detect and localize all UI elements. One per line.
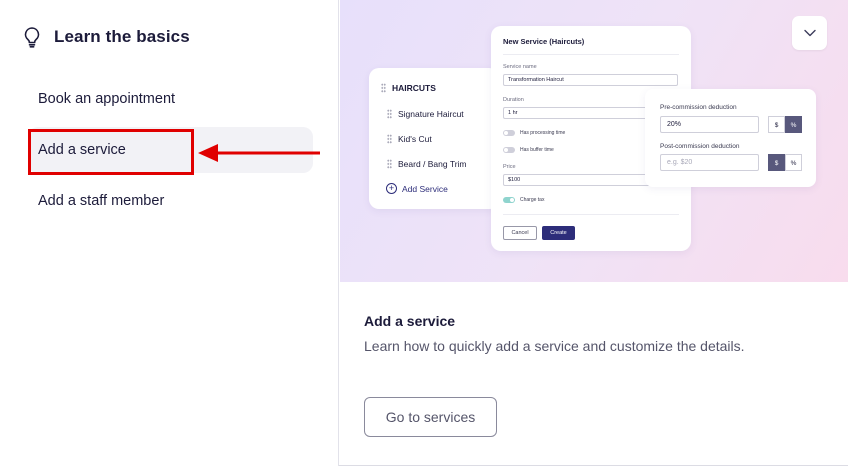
mock-processing-label: Has processing time — [520, 130, 566, 136]
collapse-button[interactable] — [792, 16, 827, 50]
mock-dollar-option: $ — [768, 116, 785, 133]
mock-dollar-option: $ — [768, 154, 785, 171]
mock-create-button: Create — [542, 226, 575, 240]
mock-list-heading: HAIRCUTS — [381, 83, 436, 93]
mock-pre-commission-field: 20% — [660, 116, 759, 133]
mock-add-service-label: Add Service — [402, 183, 448, 194]
sidebar-header: Learn the basics — [22, 26, 190, 48]
mock-form-title: New Service (Haircuts) — [503, 37, 585, 46]
mock-form-divider — [503, 214, 679, 215]
grip-icon — [387, 134, 392, 144]
mock-buffer-label: Has buffer time — [520, 147, 554, 153]
mock-list-item-label: Signature Haircut — [398, 109, 464, 119]
sidebar-title: Learn the basics — [54, 27, 190, 46]
mock-buffer-toggle — [503, 147, 515, 153]
mock-list-item: Kid's Cut — [387, 134, 432, 144]
grip-icon — [387, 159, 392, 169]
mock-duration-label: Duration — [503, 97, 524, 103]
mock-list-item: Signature Haircut — [387, 109, 464, 119]
mock-haircuts-list: HAIRCUTS Signature Haircut Kid's Cut Bea… — [369, 68, 499, 209]
mock-add-service: + Add Service — [386, 183, 448, 194]
chevron-down-icon — [803, 29, 816, 37]
mock-post-commission-label: Post-commission deduction — [660, 143, 740, 150]
mock-list-item-label: Kid's Cut — [398, 134, 432, 144]
mock-pre-commission-unit-toggle: $ % — [768, 116, 802, 133]
grip-icon — [387, 109, 392, 119]
detail-description: Learn how to quickly add a service and c… — [364, 338, 745, 354]
mock-list-heading-label: HAIRCUTS — [392, 83, 436, 93]
mock-percent-option: % — [785, 116, 802, 133]
sidebar-item-add-staff[interactable]: Add a staff member — [28, 178, 288, 224]
mock-pre-commission-label: Pre-commission deduction — [660, 104, 737, 111]
lightbulb-icon — [24, 27, 40, 48]
detail-title: Add a service — [364, 313, 456, 329]
mock-service-name-field: Transformation Haircut — [503, 74, 678, 86]
illustration-area: HAIRCUTS Signature Haircut Kid's Cut Bea… — [340, 0, 848, 282]
mock-charge-tax-label: Charge tax — [520, 197, 545, 203]
annotation-arrow-icon — [198, 144, 320, 162]
grip-icon — [381, 83, 386, 93]
mock-service-name-label: Service name — [503, 64, 537, 70]
mock-charge-tax-toggle — [503, 197, 515, 203]
mock-form-divider — [503, 54, 679, 55]
mock-post-commission-unit-toggle: $ % — [768, 154, 802, 171]
detail-panel: HAIRCUTS Signature Haircut Kid's Cut Bea… — [340, 0, 848, 466]
plus-circle-icon: + — [386, 183, 397, 194]
mock-commission-card: Pre-commission deduction 20% $ % Post-co… — [645, 89, 816, 187]
mock-list-item-label: Beard / Bang Trim — [398, 159, 467, 169]
learn-basics-sidebar: Learn the basics Book an appointment Add… — [0, 0, 339, 466]
mock-cancel-button: Cancel — [503, 226, 537, 240]
mock-percent-option: % — [785, 154, 802, 171]
mock-list-item: Beard / Bang Trim — [387, 159, 467, 169]
highlight-annotation-box — [28, 129, 194, 175]
mock-price-label: Price — [503, 164, 516, 170]
go-to-services-button[interactable]: Go to services — [364, 397, 497, 437]
mock-processing-toggle — [503, 130, 515, 136]
mock-post-commission-field: e.g. $20 — [660, 154, 759, 171]
sidebar-item-book-appointment[interactable]: Book an appointment — [28, 76, 288, 122]
